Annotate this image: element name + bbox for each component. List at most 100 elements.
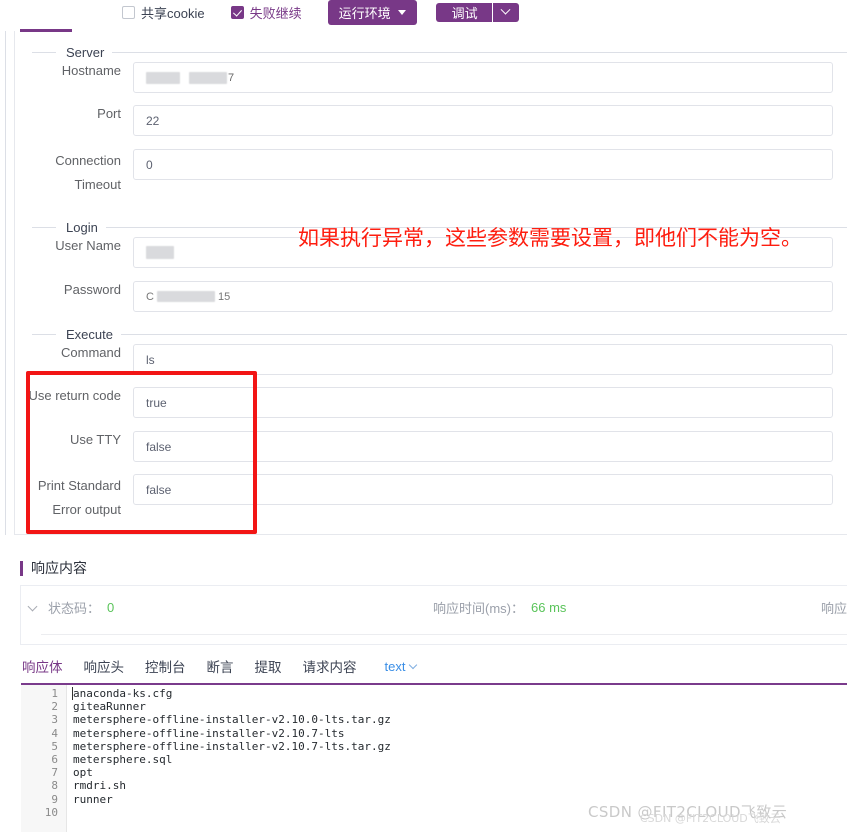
code-line: metersphere-offline-installer-v2.10.0-lt…	[73, 713, 391, 727]
group-header-server: Server	[20, 45, 847, 60]
line-number: 10	[44, 805, 58, 819]
watermark-overlay: CSDN @FIT2CLOUD飞致云	[640, 812, 781, 825]
code-line: rmdri.sh	[73, 779, 126, 793]
line-number: 7	[51, 766, 58, 780]
tab-request-content[interactable]: 请求内容	[303, 656, 357, 676]
section-accent-bar	[20, 560, 23, 576]
line-number: 3	[51, 713, 58, 727]
field-row-hostname: Hostname 7	[20, 62, 833, 93]
field-row-port: Port 22	[20, 105, 833, 136]
code-line: metersphere.sql	[73, 753, 173, 767]
response-summary-card: 状态码： 0 响应时间(ms)： 66 ms 响应	[20, 585, 847, 645]
use-return-code-input[interactable]: true	[133, 387, 833, 418]
group-line	[120, 334, 847, 335]
code-line: opt	[73, 766, 93, 780]
annotation-text: 如果执行异常，这些参数需要设置，即他们不能为空。	[298, 226, 802, 250]
run-environment-label: 运行环境	[338, 5, 391, 21]
field-label-print-standard-error-output: Print Standard Error output	[20, 474, 133, 522]
line-number: 1	[51, 687, 58, 700]
use-tty-input[interactable]: false	[133, 431, 833, 462]
field-row-use-tty: Use TTY false	[20, 431, 833, 462]
tab-assertions[interactable]: 断言	[207, 656, 234, 676]
line-number: 5	[51, 739, 58, 753]
chevron-down-icon	[409, 660, 418, 669]
tab-console[interactable]: 控制台	[145, 656, 186, 676]
tab-extract[interactable]: 提取	[255, 656, 282, 676]
response-section-header: 响应内容	[20, 558, 87, 578]
top-toolbar: 共享cookie 失败继续 运行环境 调试	[0, 0, 847, 25]
command-input[interactable]: ls	[133, 344, 833, 375]
redacted-value	[146, 71, 180, 84]
line-number: 8	[51, 779, 58, 793]
fail-continue-checkbox[interactable]: 失败继续	[230, 3, 302, 22]
debug-button[interactable]: 调试	[435, 2, 492, 22]
format-select-value: text	[384, 658, 406, 674]
group-label-login: Login	[66, 220, 98, 235]
code-line: anaconda-ks.cfg	[73, 687, 173, 700]
password-head: C	[146, 290, 154, 303]
redacted-value	[156, 291, 215, 302]
command-value: ls	[146, 352, 155, 367]
connection-timeout-value: 0	[146, 157, 153, 172]
debug-button-label: 调试	[451, 5, 478, 21]
chevron-down-icon	[397, 9, 406, 15]
panel-left-edge	[5, 31, 6, 535]
port-input[interactable]: 22	[133, 105, 833, 136]
field-label-command: Command	[61, 345, 121, 360]
hostname-input[interactable]: 7	[133, 62, 833, 93]
line-number: 4	[51, 726, 58, 740]
field-row-print-standard-error-output: Print Standard Error output false	[20, 474, 833, 522]
share-cookie-checkbox-box[interactable]	[122, 5, 135, 19]
response-tabs: 响应体 响应头 控制台 断言 提取 请求内容 text	[22, 656, 418, 676]
field-row-password: Password C 15	[20, 281, 833, 312]
tab-response-headers[interactable]: 响应头	[84, 656, 125, 676]
field-label-print-standard-error-output-text: Print Standard Error output	[37, 478, 121, 517]
response-time-label: 响应时间(ms)：	[433, 601, 524, 616]
password-input[interactable]: C 15	[133, 281, 833, 312]
response-time-row: 响应时间(ms)： 66 ms	[433, 598, 566, 617]
response-size-label: 响应	[821, 601, 847, 616]
field-label-username: User Name	[55, 238, 121, 253]
card-divider	[41, 634, 847, 635]
fail-continue-label: 失败继续	[249, 5, 302, 21]
connection-timeout-input[interactable]: 0	[133, 149, 833, 180]
field-row-connection-timeout: Connection Timeout 0	[20, 149, 833, 197]
active-tab-indicator	[20, 29, 72, 32]
response-section-title: 响应内容	[31, 560, 87, 576]
use-return-code-value: true	[146, 395, 167, 410]
field-row-use-return-code: Use return code true	[20, 387, 833, 418]
redacted-value	[146, 246, 174, 259]
group-header-execute: Execute	[20, 327, 847, 342]
chevron-down-icon[interactable]	[27, 601, 38, 611]
response-size-row: 响应	[821, 598, 847, 617]
hostname-tail: 7	[228, 71, 235, 84]
status-code-value: 0	[107, 600, 115, 615]
status-code-row[interactable]: 状态码： 0	[27, 598, 115, 617]
group-label-execute: Execute	[66, 327, 113, 342]
format-select[interactable]: text	[384, 658, 418, 674]
text-caret	[72, 687, 73, 700]
field-label-connection-timeout: Connection Timeout	[20, 149, 133, 197]
field-label-port: Port	[97, 106, 121, 121]
response-time-value: 66 ms	[531, 600, 567, 615]
group-dash	[32, 52, 56, 53]
tab-response-body[interactable]: 响应体	[22, 656, 63, 676]
run-environment-button[interactable]: 运行环境	[327, 0, 417, 25]
app-root: 共享cookie 失败继续 运行环境 调试 Server Hostname 7 …	[0, 0, 847, 832]
editor-line-number-gutter: 1 2 3 4 5 6 7 8 9 10	[21, 685, 67, 832]
share-cookie-checkbox[interactable]: 共享cookie	[122, 3, 205, 22]
status-code-label: 状态码：	[48, 601, 101, 616]
print-standard-error-output-value: false	[146, 482, 172, 497]
field-row-command: Command ls	[20, 344, 833, 375]
group-line	[112, 52, 847, 53]
fail-continue-checkbox-box[interactable]	[230, 5, 244, 19]
group-dash	[32, 227, 56, 228]
port-value: 22	[146, 113, 160, 128]
redacted-value	[189, 71, 227, 84]
print-standard-error-output-input[interactable]: false	[133, 474, 833, 505]
debug-split-button[interactable]: 调试	[435, 2, 519, 22]
use-tty-value: false	[146, 439, 172, 454]
debug-dropdown-button[interactable]	[492, 2, 519, 22]
code-line: metersphere-offline-installer-v2.10.7-lt…	[73, 739, 391, 753]
